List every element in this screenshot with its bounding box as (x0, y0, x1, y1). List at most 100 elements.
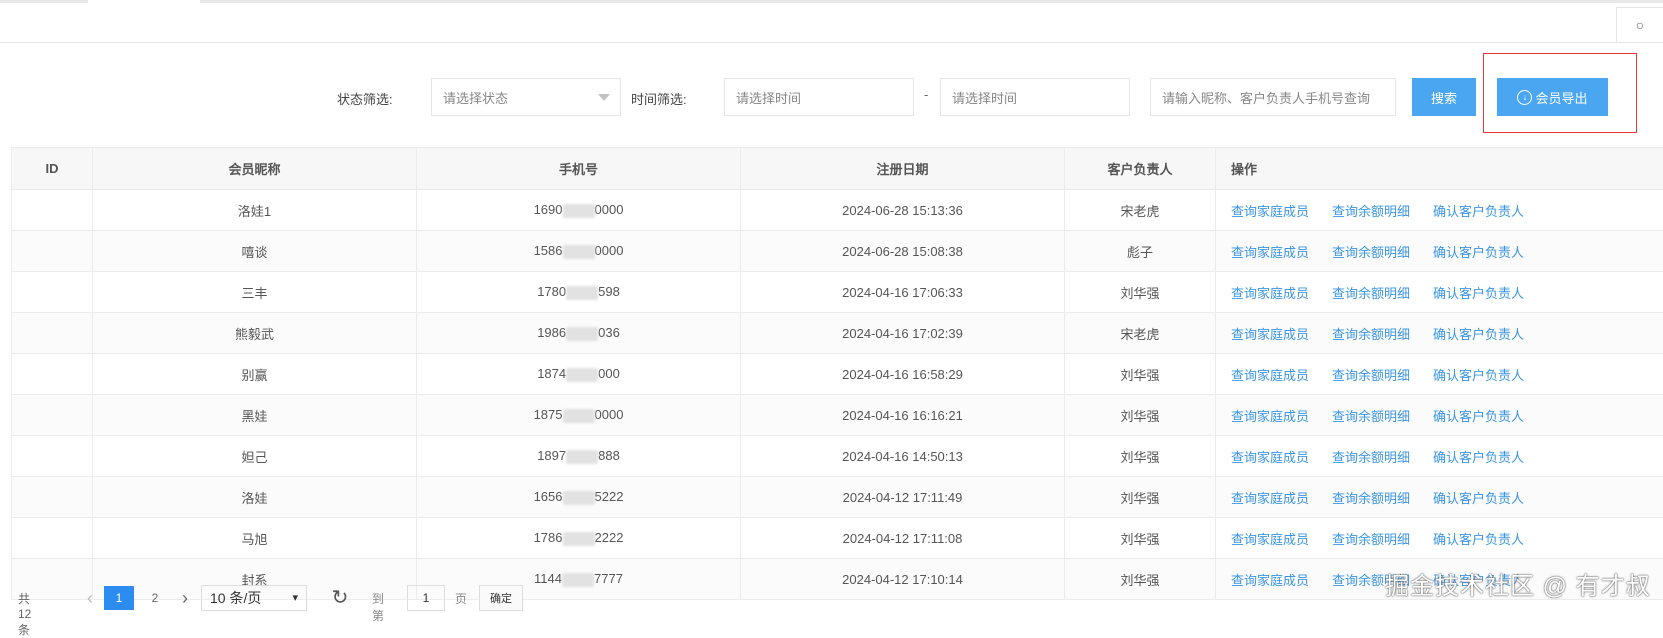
query-family-members-link[interactable]: 查询家庭成员 (1231, 286, 1309, 301)
confirm-owner-link[interactable]: 确认客户负责人 (1433, 327, 1524, 342)
column-header-owner[interactable]: 客户负责人 (1065, 148, 1216, 190)
cell-register-date: 2024-04-12 17:11:08 (741, 518, 1065, 559)
refresh-icon: ○ (1636, 17, 1644, 33)
cell-phone: 1986 036 (417, 313, 741, 354)
phone-suffix: 0000 (595, 202, 624, 217)
query-family-members-link[interactable]: 查询家庭成员 (1231, 204, 1309, 219)
confirm-owner-link[interactable]: 确认客户负责人 (1433, 409, 1524, 424)
query-balance-details-link[interactable]: 查询余额明细 (1332, 327, 1410, 342)
query-family-members-link[interactable]: 查询家庭成员 (1231, 368, 1309, 383)
query-family-members-link[interactable]: 查询家庭成员 (1231, 450, 1309, 465)
phone-redaction-blur (566, 327, 598, 341)
cell-owner: 彪子 (1065, 231, 1216, 272)
cell-owner: 宋老虎 (1065, 313, 1216, 354)
cell-id (12, 354, 93, 395)
column-header-nickname[interactable]: 会员昵称 (93, 148, 417, 190)
confirm-owner-link[interactable]: 确认客户负责人 (1433, 450, 1524, 465)
confirm-owner-link[interactable]: 确认客户负责人 (1433, 491, 1524, 506)
query-family-members-link[interactable]: 查询家庭成员 (1231, 245, 1309, 260)
cell-phone: 16900000 (417, 190, 741, 231)
query-family-members-link[interactable]: 查询家庭成员 (1231, 491, 1309, 506)
refresh-tab-button[interactable]: ○ (1616, 7, 1663, 42)
end-time-placeholder: 请选择时间 (952, 88, 1017, 107)
query-balance-details-link[interactable]: 查询余额明细 (1332, 204, 1410, 219)
table-row: 洛娃165652222024-04-12 17:11:49刘华强查询家庭成员查询… (12, 477, 1663, 518)
active-tab-indicator[interactable] (88, 0, 200, 3)
status-filter-label: 状态筛选: (337, 89, 393, 108)
query-balance-details-link[interactable]: 查询余额明细 (1332, 409, 1410, 424)
status-select[interactable]: 请选择状态 (431, 78, 621, 116)
cell-actions: 查询家庭成员 查询余额明细 确认客户负责人 (1216, 313, 1663, 354)
page-size-select[interactable]: 10 条/页 ▾ (201, 585, 307, 611)
confirm-owner-link[interactable]: 确认客户负责人 (1433, 204, 1524, 219)
phone-redaction-blur (563, 491, 595, 505)
confirm-owner-link[interactable]: 确认客户负责人 (1433, 245, 1524, 260)
phone-prefix: 1780 (537, 284, 566, 299)
phone-suffix: 036 (598, 325, 620, 340)
search-button[interactable]: 搜索 (1412, 78, 1476, 116)
phone-suffix: 000 (598, 366, 620, 381)
phone-prefix: 1586 (534, 243, 563, 258)
query-balance-details-link[interactable]: 查询余额明细 (1332, 532, 1410, 547)
query-family-members-link[interactable]: 查询家庭成员 (1231, 327, 1309, 342)
cell-nickname: 三丰 (93, 272, 417, 313)
date-range-separator: - (924, 87, 928, 102)
query-family-members-link[interactable]: 查询家庭成员 (1231, 573, 1309, 588)
column-header-id[interactable]: ID (12, 148, 93, 190)
keyword-search-input[interactable]: 请输入昵称、客户负责人手机号查询 (1150, 78, 1396, 116)
phone-suffix: 0000 (595, 407, 624, 422)
phone-redaction-blur (563, 409, 595, 423)
table-row: 马旭178622222024-04-12 17:11:08刘华强查询家庭成员查询… (12, 518, 1663, 559)
query-balance-details-link[interactable]: 查询余额明细 (1332, 491, 1410, 506)
start-time-input[interactable]: 请选择时间 (724, 78, 914, 116)
cell-phone: 1897888 (417, 436, 741, 477)
phone-prefix: 1786 (534, 530, 563, 545)
reload-icon[interactable]: ↻ (330, 585, 350, 609)
query-balance-details-link[interactable]: 查询余额明细 (1332, 286, 1410, 301)
cell-actions: 查询家庭成员 查询余额明细 确认客户负责人 (1216, 231, 1663, 272)
phone-suffix: 598 (598, 284, 620, 299)
confirm-owner-link[interactable]: 确认客户负责人 (1433, 286, 1524, 301)
top-tab-bar: ○ (0, 0, 1663, 43)
cell-register-date: 2024-04-16 17:06:33 (741, 272, 1065, 313)
phone-suffix: 2222 (595, 530, 624, 545)
query-balance-details-link[interactable]: 查询余额明细 (1332, 368, 1410, 383)
query-family-members-link[interactable]: 查询家庭成员 (1231, 532, 1309, 547)
prev-page-icon[interactable]: ‹ (80, 586, 100, 610)
query-balance-details-link[interactable]: 查询余额明细 (1332, 450, 1410, 465)
cell-phone: 16565222 (417, 477, 741, 518)
table-row: 别赢18740002024-04-16 16:58:29刘华强查询家庭成员查询余… (12, 354, 1663, 395)
column-header-register-date[interactable]: 注册日期 (741, 148, 1065, 190)
phone-prefix: 1144 (534, 571, 562, 586)
confirm-owner-link[interactable]: 确认客户负责人 (1433, 532, 1524, 547)
goto-page-input[interactable]: 1 (407, 585, 445, 611)
cell-register-date: 2024-04-16 16:16:21 (741, 395, 1065, 436)
query-balance-details-link[interactable]: 查询余额明细 (1332, 245, 1410, 260)
goto-confirm-button[interactable]: 确定 (479, 585, 523, 611)
cell-register-date: 2024-04-16 16:58:29 (741, 354, 1065, 395)
phone-prefix: 1986 (537, 325, 566, 340)
cell-id (12, 518, 93, 559)
cell-id (12, 477, 93, 518)
cell-nickname: 熊毅武 (93, 313, 417, 354)
cell-owner: 刘华强 (1065, 395, 1216, 436)
table-row: 洛娃1169000002024-06-28 15:13:36宋老虎查询家庭成员查… (12, 190, 1663, 231)
column-header-actions: 操作 (1216, 148, 1663, 190)
page-2-button[interactable]: 2 (145, 586, 165, 610)
search-button-label: 搜索 (1431, 88, 1457, 107)
column-header-phone[interactable]: 手机号 (417, 148, 741, 190)
query-family-members-link[interactable]: 查询家庭成员 (1231, 409, 1309, 424)
end-time-input[interactable]: 请选择时间 (940, 78, 1130, 116)
cell-phone: 1874000 (417, 354, 741, 395)
phone-prefix: 1875 (534, 407, 563, 422)
page-1-button[interactable]: 1 (104, 586, 134, 610)
next-page-icon[interactable]: › (175, 586, 195, 610)
confirm-owner-link[interactable]: 确认客户负责人 (1433, 368, 1524, 383)
cell-owner: 刘华强 (1065, 518, 1216, 559)
status-select-placeholder: 请选择状态 (443, 88, 508, 107)
time-filter-label: 时间筛选: (631, 89, 687, 108)
cell-id (12, 190, 93, 231)
phone-redaction-blur (566, 286, 598, 300)
cell-phone: 1780 598 (417, 272, 741, 313)
phone-redaction-blur (566, 450, 598, 464)
